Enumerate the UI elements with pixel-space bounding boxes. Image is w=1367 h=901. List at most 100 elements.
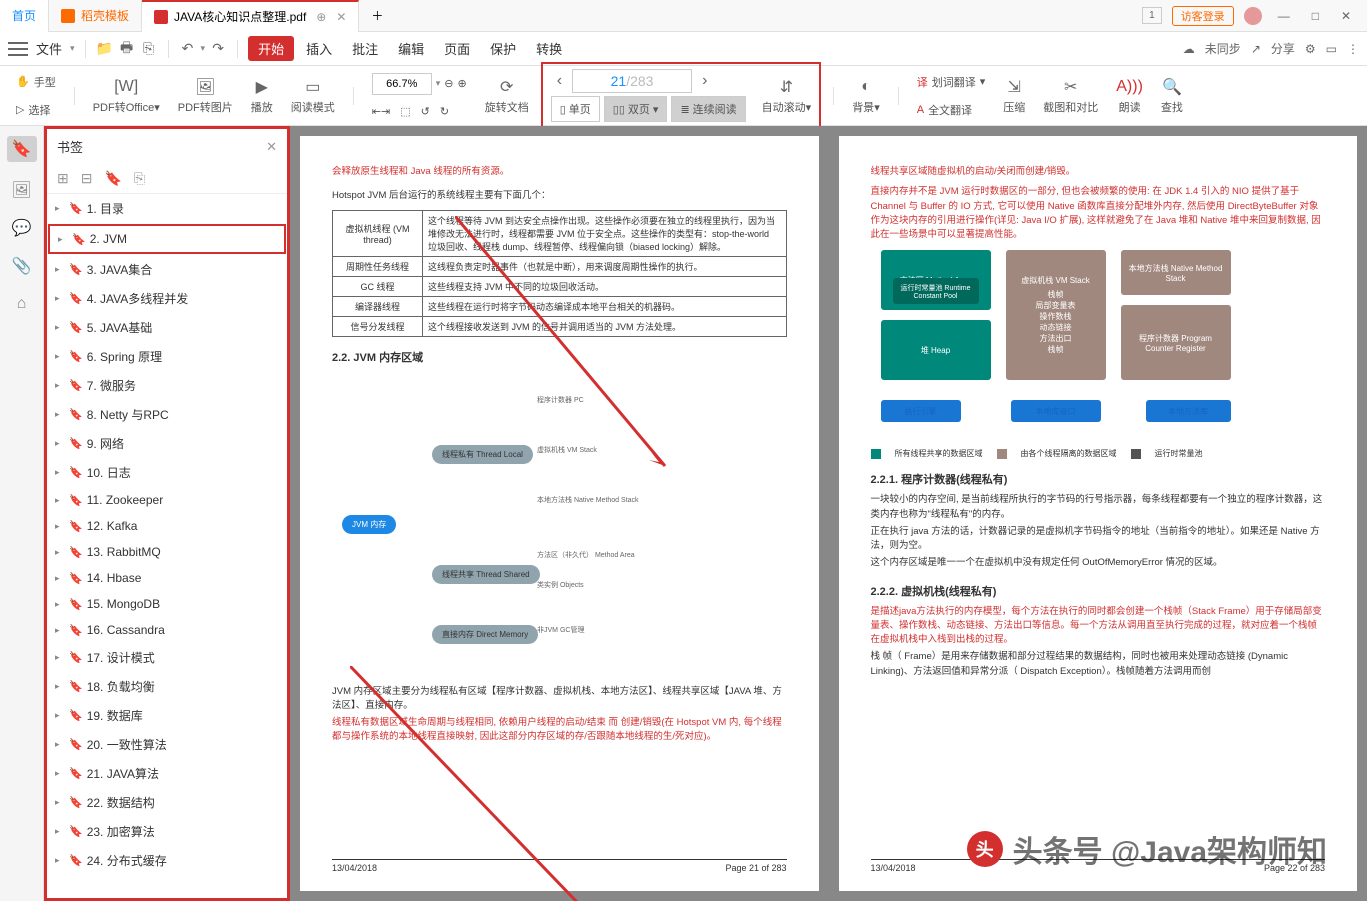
- next-page-icon[interactable]: ›: [696, 72, 713, 90]
- new-tab[interactable]: ＋: [359, 0, 395, 32]
- close-tab-icon[interactable]: ✕: [336, 10, 346, 24]
- rotate-right-icon[interactable]: ↻: [440, 105, 449, 118]
- menu-annotate[interactable]: 批注: [344, 37, 386, 60]
- fit-page-icon[interactable]: ⬚: [400, 105, 410, 118]
- attach-rail-icon[interactable]: 📎: [12, 256, 32, 276]
- open-icon[interactable]: 📁: [96, 40, 114, 58]
- menu-start[interactable]: 开始: [248, 36, 294, 61]
- guest-login-button[interactable]: 访客登录: [1172, 6, 1234, 26]
- min-icon[interactable]: —: [1272, 7, 1296, 25]
- select-tool[interactable]: ▷ 选择: [16, 102, 56, 118]
- bookmark-item[interactable]: ▸🔖14. Hbase: [47, 565, 287, 591]
- bm-tool-3[interactable]: 🔖: [104, 170, 121, 187]
- bookmark-item[interactable]: ▸🔖24. 分布式缓存: [47, 846, 287, 875]
- pdf2img-button[interactable]: 🖼PDF转图片: [172, 75, 239, 117]
- bookmark-item[interactable]: ▸🔖7. 微服务: [47, 371, 287, 400]
- bookmark-item[interactable]: ▸🔖16. Cassandra: [47, 617, 287, 643]
- image-rail-icon[interactable]: 🖼: [12, 180, 32, 200]
- undo-icon[interactable]: ↶: [179, 40, 197, 58]
- rotate-left-icon[interactable]: ↺: [421, 105, 430, 118]
- bookmark-item[interactable]: ▸🔖4. JAVA多线程并发: [47, 284, 287, 313]
- bookmark-item[interactable]: ▸🔖20. 一致性算法: [47, 730, 287, 759]
- bookmark-item[interactable]: ▸🔖18. 负载均衡: [47, 672, 287, 701]
- menu-edit[interactable]: 编辑: [390, 37, 432, 60]
- page-input[interactable]: 21/283: [572, 69, 692, 93]
- hamburger-icon[interactable]: [8, 42, 28, 56]
- print-icon[interactable]: 🖶: [118, 40, 136, 58]
- bookmark-item[interactable]: ▸🔖6. Spring 原理: [47, 342, 287, 371]
- redo-icon[interactable]: ↷: [209, 40, 227, 58]
- continuous-button[interactable]: ≣ 连续阅读: [671, 96, 745, 122]
- left-rail: 🔖 🖼 💬 📎 ⌂: [0, 126, 44, 901]
- menu-insert[interactable]: 插入: [298, 37, 340, 60]
- menu-page[interactable]: 页面: [436, 37, 478, 60]
- read-button[interactable]: A)))朗读: [1110, 75, 1149, 117]
- bookmark-panel: 书签✕ ⊞ ⊟ 🔖 ⎘ ▸🔖1. 目录▸🔖2. JVM▸🔖3. JAVA集合▸🔖…: [44, 126, 290, 901]
- close-icon[interactable]: ✕: [1335, 7, 1357, 25]
- bookmark-item[interactable]: ▸🔖19. 数据库: [47, 701, 287, 730]
- bookmark-item[interactable]: ▸🔖23. 加密算法: [47, 817, 287, 846]
- prev-page-icon[interactable]: ‹: [551, 72, 568, 90]
- settings-icon[interactable]: ⚙: [1305, 42, 1316, 56]
- play-button[interactable]: ▶播放: [245, 75, 279, 117]
- zoom-out-icon[interactable]: ⊖: [444, 77, 453, 90]
- menu-protect[interactable]: 保护: [482, 37, 524, 60]
- bm-tool-2[interactable]: ⊟: [81, 170, 93, 187]
- bookmark-item[interactable]: ▸🔖12. Kafka: [47, 513, 287, 539]
- more-icon[interactable]: ⋮: [1347, 42, 1359, 56]
- bookmark-item[interactable]: ▸🔖9. 网络: [47, 429, 287, 458]
- share-icon[interactable]: ↗: [1251, 42, 1261, 56]
- bookmark-item[interactable]: ▸🔖10. 日志: [47, 458, 287, 487]
- zoom-in-icon[interactable]: ⊕: [458, 77, 467, 90]
- double-page-button[interactable]: ▯▯ 双页▾: [604, 96, 668, 122]
- bookmark-item[interactable]: ▸🔖13. RabbitMQ: [47, 539, 287, 565]
- bookmark-item[interactable]: ▸🔖22. 数据结构: [47, 788, 287, 817]
- file-menu[interactable]: 文件: [36, 39, 62, 58]
- avatar[interactable]: [1244, 7, 1262, 25]
- close-panel-icon[interactable]: ✕: [266, 139, 277, 155]
- page-viewport[interactable]: 🌐 会释放原生线程和 Java 线程的所有资源。 Hotspot JVM 后台运…: [290, 126, 1367, 901]
- page-22: 线程共享区域随虚拟机的启动/关闭而创建/销毁。 直接内存并不是 JVM 运行时数…: [839, 136, 1358, 891]
- pin-icon[interactable]: ⊕: [316, 10, 326, 24]
- menu-convert[interactable]: 转换: [528, 37, 570, 60]
- mm-root: JVM 内存: [342, 515, 396, 534]
- bookmark-item[interactable]: ▸🔖3. JAVA集合: [47, 255, 287, 284]
- word-trans-button[interactable]: 译 划词翻译▾: [917, 74, 986, 90]
- tab-doc[interactable]: JAVA核心知识点整理.pdf⊕✕: [142, 0, 359, 32]
- bookmark-rail-icon[interactable]: 🔖: [7, 136, 37, 162]
- tab-dk[interactable]: 稻壳模板: [49, 0, 142, 32]
- zoom-input[interactable]: [372, 73, 432, 95]
- bm-tool-4[interactable]: ⎘: [134, 170, 145, 187]
- bookmark-item[interactable]: ▸🔖8. Netty 与RPC: [47, 400, 287, 429]
- bookmark-item[interactable]: ▸🔖17. 设计模式: [47, 643, 287, 672]
- fit-width-icon[interactable]: ⇤⇥: [372, 105, 390, 118]
- export-icon[interactable]: ⎘: [140, 40, 158, 58]
- bm-tool-1[interactable]: ⊞: [57, 170, 69, 187]
- badge-icon[interactable]: 1: [1142, 7, 1162, 24]
- find-button[interactable]: 🔍查找: [1155, 75, 1189, 117]
- bookmark-item[interactable]: ▸🔖2. JVM: [48, 224, 286, 254]
- bookmark-item[interactable]: ▸🔖21. JAVA算法: [47, 759, 287, 788]
- rotate-doc-button[interactable]: ⟳旋转文档: [479, 75, 535, 117]
- help-icon[interactable]: ▭: [1326, 42, 1337, 56]
- tab-home[interactable]: 首页: [0, 0, 49, 32]
- screenshot-button[interactable]: ✂截图和对比: [1037, 75, 1104, 117]
- home-rail-icon[interactable]: ⌂: [12, 294, 32, 314]
- bookmark-item[interactable]: ▸🔖15. MongoDB: [47, 591, 287, 617]
- hand-tool[interactable]: ✋ 手型: [16, 74, 56, 90]
- sync-status[interactable]: 未同步: [1205, 40, 1241, 57]
- bookmark-item[interactable]: ▸🔖5. JAVA基础: [47, 313, 287, 342]
- bookmark-item[interactable]: ▸🔖1. 目录: [47, 194, 287, 223]
- max-icon[interactable]: □: [1306, 7, 1325, 25]
- readmode-button[interactable]: ▭阅读模式: [285, 75, 341, 117]
- share-button[interactable]: 分享: [1271, 40, 1295, 57]
- cloud-icon[interactable]: ☁: [1183, 42, 1195, 56]
- pdf2office-button[interactable]: [W]PDF转Office▾: [87, 75, 166, 117]
- single-page-button[interactable]: ▯ 单页: [551, 96, 600, 122]
- autoscroll-button[interactable]: ⇵自动滚动▾: [756, 75, 818, 117]
- full-trans-button[interactable]: A 全文翻译: [917, 102, 986, 118]
- compress-button[interactable]: ⇲压缩: [997, 75, 1031, 117]
- comment-rail-icon[interactable]: 💬: [12, 218, 32, 238]
- bg-button[interactable]: ◐背景▾: [846, 75, 886, 117]
- bookmark-item[interactable]: ▸🔖11. Zookeeper: [47, 487, 287, 513]
